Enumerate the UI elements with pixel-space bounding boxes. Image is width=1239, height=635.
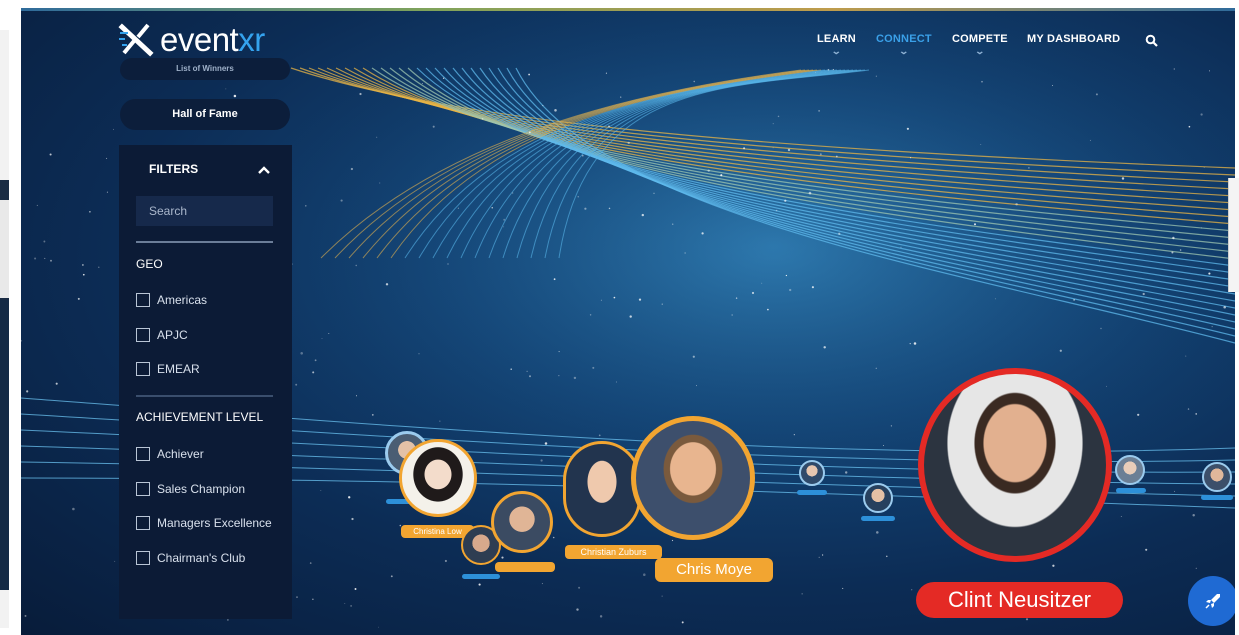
avatar-mid-man[interactable] — [491, 491, 553, 553]
filters-title: FILTERS — [149, 162, 199, 176]
eventxr-x-icon — [118, 23, 154, 57]
mini-name-tag — [797, 490, 827, 495]
checkbox[interactable] — [136, 447, 150, 461]
nav-compete[interactable]: COMPETE ⌄ — [952, 33, 1008, 57]
left-window-edge — [0, 30, 9, 628]
mini-name-tag — [1201, 495, 1233, 500]
rocket-icon — [1205, 594, 1220, 609]
divider — [136, 241, 273, 243]
chevron-down-icon: ⌄ — [831, 46, 842, 56]
mini-name-tag — [1116, 488, 1146, 493]
launch-button[interactable] — [1188, 576, 1235, 626]
avatar-small-1[interactable] — [799, 460, 825, 486]
geo-option-apjc[interactable]: APJC — [136, 328, 188, 342]
nav-my-dashboard[interactable]: MY DASHBOARD — [1027, 33, 1120, 45]
name-tag-christian: Christian Zuburs — [565, 545, 662, 559]
geo-title: GEO — [136, 257, 163, 271]
avatar-small-2[interactable] — [863, 483, 893, 513]
featured-name-tag: Clint Neusitzer — [916, 582, 1123, 618]
chevron-down-icon: ⌄ — [898, 46, 910, 56]
chevron-down-icon: ⌄ — [974, 46, 986, 56]
checkbox[interactable] — [136, 293, 150, 307]
checkbox[interactable] — [136, 516, 150, 530]
search-icon[interactable] — [1145, 34, 1159, 48]
achievement-title: ACHIEVEMENT LEVEL — [136, 410, 264, 424]
list-of-winners-button[interactable]: List of Winners — [120, 58, 290, 80]
achievement-option-chairmans-club[interactable]: Chairman's Club — [136, 551, 245, 565]
checkbox[interactable] — [136, 551, 150, 565]
right-window-edge — [1228, 178, 1239, 292]
mini-name-tag — [861, 516, 895, 521]
nav-learn[interactable]: LEARN ⌄ — [817, 33, 856, 57]
geo-option-emear[interactable]: EMEAR — [136, 362, 200, 376]
nav-connect[interactable]: CONNECT ⌄ — [876, 33, 932, 57]
avatar-small-4[interactable] — [1202, 462, 1232, 492]
avatar-christian[interactable] — [563, 441, 641, 537]
mini-name-tag — [462, 574, 500, 579]
avatar-chris-moye[interactable] — [631, 416, 755, 540]
filters-panel: FILTERS GEO Americas APJC EMEAR ACHIEVEM… — [119, 145, 292, 619]
checkbox[interactable] — [136, 328, 150, 342]
geo-option-americas[interactable]: Americas — [136, 293, 207, 307]
achievement-option-achiever[interactable]: Achiever — [136, 447, 204, 461]
brand-name: eventxr — [160, 21, 265, 58]
checkbox[interactable] — [136, 362, 150, 376]
avatar-small-3[interactable] — [1115, 455, 1145, 485]
checkbox[interactable] — [136, 482, 150, 496]
hall-of-fame-button[interactable]: Hall of Fame — [120, 99, 290, 130]
divider — [136, 395, 273, 397]
name-tag-mid — [495, 562, 555, 572]
chevron-up-icon[interactable] — [257, 163, 271, 177]
name-tag-chris-moye: Chris Moye — [655, 558, 773, 582]
achievement-option-managers-excellence[interactable]: Managers Excellence — [136, 516, 272, 530]
filter-search-input[interactable] — [136, 196, 273, 226]
avatar-christina[interactable] — [399, 439, 477, 517]
eventxr-logo[interactable]: eventxr — [118, 20, 265, 60]
avatar-clint-neusitzer[interactable] — [918, 368, 1112, 562]
achievement-option-sales-champion[interactable]: Sales Champion — [136, 482, 245, 496]
